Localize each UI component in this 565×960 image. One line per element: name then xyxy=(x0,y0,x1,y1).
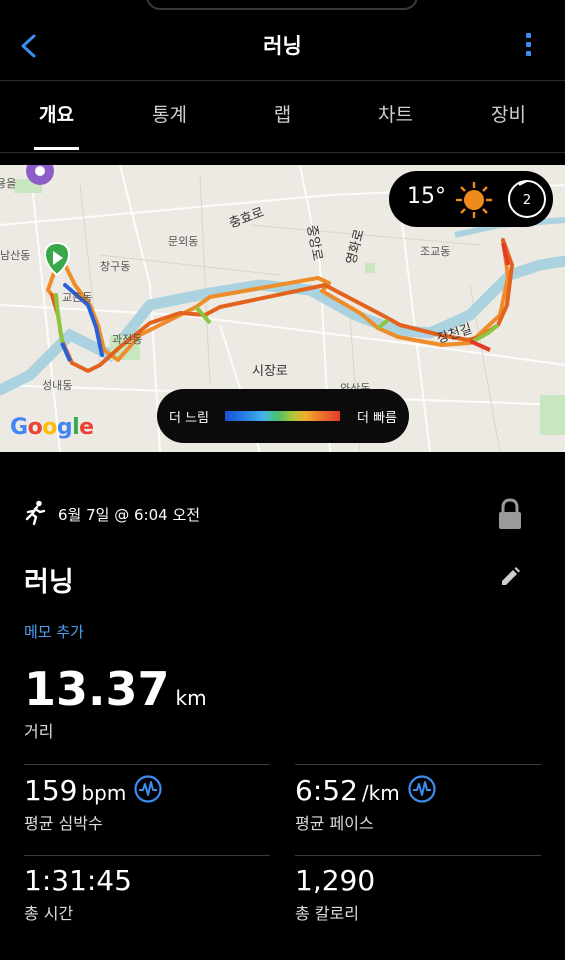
more-options-icon[interactable] xyxy=(521,30,535,62)
map-label: 성내동 xyxy=(42,379,73,392)
wind-speed-label: 2 xyxy=(523,193,531,208)
page-title: 러닝 xyxy=(263,34,302,58)
add-memo-link[interactable]: 메모 추가 xyxy=(24,621,84,642)
pace-color-scale xyxy=(225,411,340,421)
sun-icon xyxy=(456,182,492,218)
heart-rate-unit: bpm xyxy=(81,781,127,805)
pace-legend: 더 느림 더 빠름 xyxy=(157,389,409,443)
total-time: 1:31:45 xyxy=(24,864,132,897)
google-logo: Google xyxy=(10,415,94,440)
map-label: 교촌동 xyxy=(62,291,93,304)
running-icon xyxy=(25,500,46,526)
map-label: 문외동 xyxy=(168,235,199,248)
total-calories: 1,290 xyxy=(295,864,376,897)
wind-direction-icon: 2 xyxy=(508,180,546,218)
weather-badge: 15° 2 xyxy=(389,171,553,227)
heart-rate-label: 평균 심박수 xyxy=(24,814,103,833)
distance-value-row: 13.37 km xyxy=(24,662,207,716)
total-calories-label: 총 칼로리 xyxy=(295,904,359,923)
divider xyxy=(24,764,270,765)
map-label: 과전동 xyxy=(112,333,143,346)
pace-label: 평균 페이스 xyxy=(295,814,374,833)
map-label: 용을 xyxy=(0,177,17,190)
legend-fast-label: 더 빠름 xyxy=(356,411,397,426)
divider xyxy=(295,855,541,856)
temperature-label: 15° xyxy=(407,184,446,209)
activity-date: 6월 7일 @ 6:04 오전 xyxy=(58,506,201,524)
distance-value: 13.37 xyxy=(24,662,170,716)
avg-pace: 6:52/km xyxy=(295,774,436,807)
divider xyxy=(24,855,270,856)
tab-stats[interactable]: 통계 xyxy=(113,80,226,152)
pace-value: 6:52 xyxy=(295,774,358,807)
map-label: 남산동 xyxy=(0,249,31,262)
top-bar: 러닝 xyxy=(0,0,565,81)
tab-charts[interactable]: 차트 xyxy=(339,80,452,152)
map-label: 조교동 xyxy=(420,245,451,258)
legend-slow-label: 더 느림 xyxy=(169,411,210,426)
tab-bar: 개요 통계 랩 차트 장비 xyxy=(0,80,565,153)
total-time-label: 총 시간 xyxy=(24,904,74,923)
activity-name: 러닝 xyxy=(24,567,74,598)
edit-pencil-icon[interactable] xyxy=(498,565,522,589)
lock-icon[interactable] xyxy=(497,498,523,530)
heart-rate-value: 159 xyxy=(24,774,78,807)
route-map[interactable]: 충효로 문외동 창구동 교촌동 과전동 시장로 성내동 장천길 조교동 중앙로 … xyxy=(0,165,565,452)
pace-chart-icon[interactable] xyxy=(408,775,436,803)
map-label: 창구동 xyxy=(100,260,131,273)
divider xyxy=(295,764,541,765)
distance-label: 거리 xyxy=(24,722,54,741)
tab-overview[interactable]: 개요 xyxy=(0,80,113,152)
tab-laps[interactable]: 랩 xyxy=(226,80,339,152)
distance-unit: km xyxy=(175,686,207,710)
tab-gear[interactable]: 장비 xyxy=(452,80,565,152)
pace-unit: /km xyxy=(361,781,400,805)
avg-heart-rate: 159 bpm xyxy=(24,774,162,807)
heart-rate-chart-icon[interactable] xyxy=(134,775,162,803)
map-label: 시장로 xyxy=(252,364,288,379)
